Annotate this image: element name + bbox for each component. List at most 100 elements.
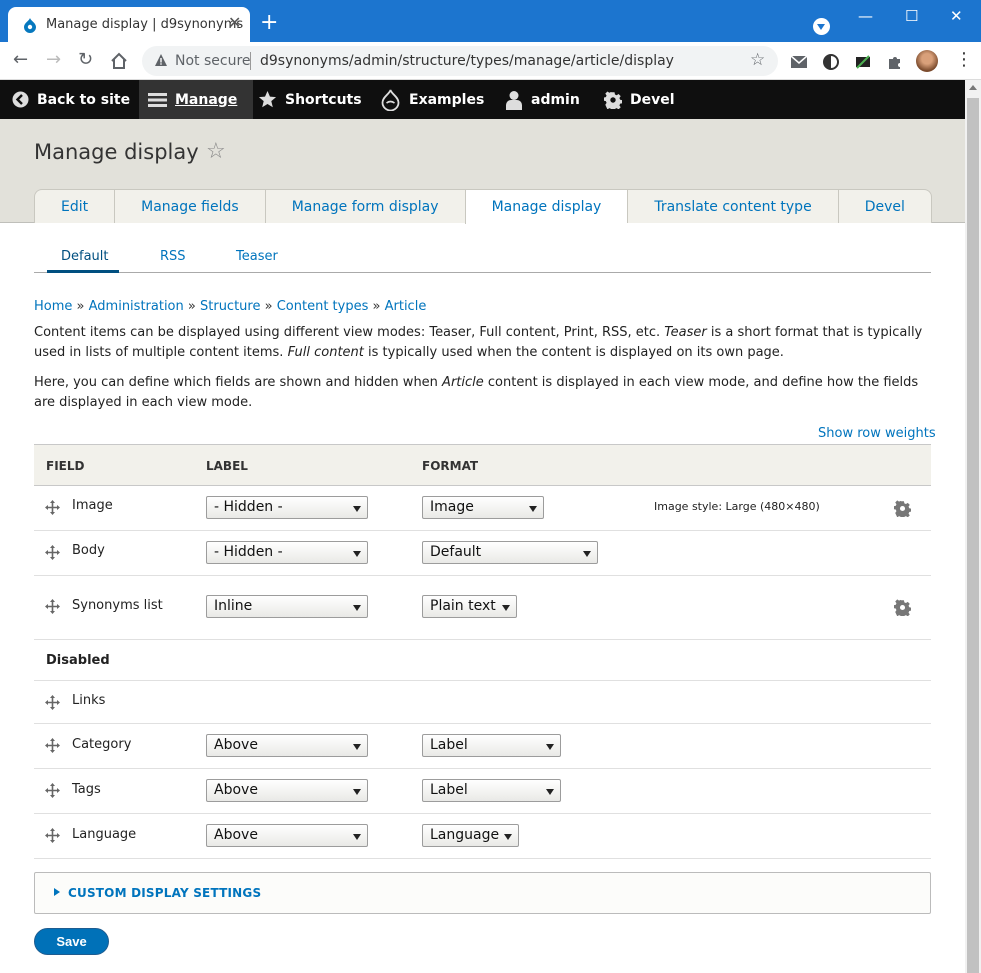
breadcrumb-article[interactable]: Article [385,299,427,314]
not-secure-label: Not secure [175,53,251,69]
breadcrumb-separator: » [76,299,89,314]
mail-extension-icon[interactable] [790,53,808,71]
tab-rss[interactable]: RSS [160,249,186,264]
drag-handle-icon[interactable] [45,545,60,560]
header-format: FORMAT [422,459,479,473]
tab-default[interactable]: Default [61,249,109,264]
table-row: Category Above Label [34,724,931,769]
tab-devel[interactable]: Devel [837,189,932,223]
tools-extension-icon[interactable] [854,53,872,71]
forward-arrow-icon[interactable]: → [46,50,61,70]
table-row: Image - Hidden - Image Image style: Larg… [34,486,931,531]
custom-display-settings-summary[interactable]: CUSTOM DISPLAY SETTINGS [68,886,261,900]
drag-handle-icon[interactable] [45,828,60,843]
breadcrumb-content-types[interactable]: Content types [277,299,369,314]
scroll-up-arrow-icon[interactable] [969,85,977,90]
manage-label: Manage [175,91,238,108]
secondary-tabs: Default RSS Teaser [34,245,931,273]
home-icon[interactable] [110,52,128,70]
devel-label: Devel [630,91,675,108]
breadcrumb-separator: » [264,299,277,314]
browser-toolbar: ← → ↻ Not secure d9synonyms/admin/struct… [0,42,981,80]
format-select[interactable]: Language [422,824,519,847]
label-select[interactable]: Above [206,734,368,757]
drag-handle-icon[interactable] [45,695,60,710]
half-circle-extension-icon[interactable] [822,53,840,71]
help-emphasis-teaser: Teaser [664,325,707,340]
kebab-menu-icon[interactable]: ⋮ [955,50,973,70]
format-select[interactable]: Label [422,779,561,802]
active-tab-underline [47,270,119,273]
save-button[interactable]: Save [34,928,109,955]
back-arrow-icon[interactable]: ← [13,50,28,70]
back-to-site-link[interactable]: Back to site [12,80,130,119]
new-tab-button[interactable]: + [260,12,278,34]
browser-tab[interactable]: Manage display | d9synonyms ✕ [8,7,250,42]
settings-gear-icon[interactable] [894,599,911,616]
star-icon [258,90,277,108]
show-row-weights-link[interactable]: Show row weights [818,426,936,441]
tab-teaser[interactable]: Teaser [236,249,278,264]
table-row: Tags Above Label [34,769,931,814]
puzzle-extensions-icon[interactable] [886,53,904,71]
expand-triangle-icon [54,888,60,896]
tab-manage-fields[interactable]: Manage fields [114,189,265,223]
scrollbar-thumb[interactable] [967,98,979,973]
drag-handle-icon[interactable] [45,738,60,753]
profile-avatar[interactable] [916,50,938,72]
tab-search-dropdown-icon[interactable] [813,18,830,35]
help-text-segment: is typically used when the content is di… [363,345,784,360]
breadcrumb-home[interactable]: Home [34,299,72,314]
format-select[interactable]: Default [422,541,598,564]
drag-handle-icon[interactable] [45,783,60,798]
bookmark-star-icon[interactable]: ☆ [750,50,765,70]
shortcut-star-icon[interactable]: ☆ [206,139,226,164]
shortcuts-label: Shortcuts [285,91,362,108]
manage-menu[interactable]: Manage [139,80,254,119]
omnibox-separator [250,52,251,70]
help-emphasis-article: Article [442,375,484,390]
label-select[interactable]: Above [206,824,368,847]
user-icon [506,90,522,110]
label-select[interactable]: Above [206,779,368,802]
minimize-button[interactable]: — [858,6,873,26]
shortcuts-menu[interactable]: Shortcuts [258,80,362,119]
help-text-view-modes: Content items can be displayed using dif… [34,323,934,363]
drag-handle-icon[interactable] [45,500,60,515]
examples-menu[interactable]: Examples [380,80,484,119]
custom-display-settings-details[interactable]: CUSTOM DISPLAY SETTINGS [34,872,931,914]
format-select[interactable]: Label [422,734,561,757]
label-select[interactable]: - Hidden - [206,541,368,564]
field-name: Category [72,737,132,752]
label-select[interactable]: - Hidden - [206,496,368,519]
drag-handle-icon[interactable] [45,599,60,614]
help-text-segment: Here, you can define which fields are sh… [34,375,443,390]
maximize-button[interactable]: ☐ [905,6,918,26]
header-label: LABEL [206,459,248,473]
settings-gear-icon[interactable] [894,500,911,517]
tab-title: Manage display | d9synonyms [46,17,244,32]
hamburger-icon [148,92,167,107]
breadcrumb-administration[interactable]: Administration [89,299,184,314]
back-to-site-label: Back to site [37,91,131,108]
breadcrumb-structure[interactable]: Structure [200,299,260,314]
primary-tabs: Edit Manage fields Manage form display M… [34,189,932,224]
tab-manage-display[interactable]: Manage display [464,189,628,224]
address-bar[interactable]: Not secure d9synonyms/admin/structure/ty… [142,46,778,76]
breadcrumb: Home » Administration » Structure » Cont… [34,299,426,314]
format-select[interactable]: Image [422,496,544,519]
admin-user-menu[interactable]: admin [505,80,580,119]
label-select[interactable]: Inline [206,595,368,618]
tab-edit[interactable]: Edit [34,189,115,223]
breadcrumb-separator: » [372,299,385,314]
table-row: Links [34,681,931,724]
format-select[interactable]: Plain text [422,595,517,618]
close-window-button[interactable]: ✕ [950,6,963,26]
browser-titlebar: Manage display | d9synonyms ✕ + — ☐ ✕ [0,0,981,42]
tab-manage-form-display[interactable]: Manage form display [264,189,465,223]
tab-translate-content-type[interactable]: Translate content type [627,189,838,223]
reload-icon[interactable]: ↻ [78,50,93,70]
tab-close-icon[interactable]: ✕ [228,14,241,32]
devel-menu[interactable]: Devel [604,80,675,119]
url-text[interactable]: d9synonyms/admin/structure/types/manage/… [260,53,674,69]
